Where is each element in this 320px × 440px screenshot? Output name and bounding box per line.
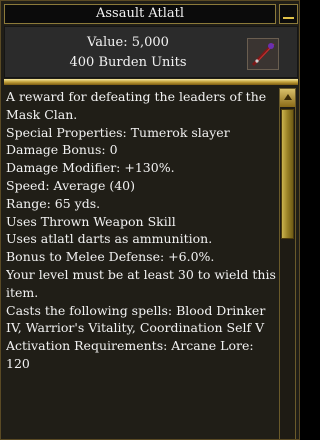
desc-line: Range: 65 yds. <box>6 195 101 211</box>
item-burden: 400 Burden Units <box>69 55 187 70</box>
desc-line: Uses Thrown Weapon Skill <box>6 213 176 229</box>
scroll-thumb[interactable] <box>281 109 294 239</box>
item-description: A reward for defeating the leaders of th… <box>6 88 276 439</box>
desc-line: Bonus to Melee Defense: +6.0%. <box>6 249 215 265</box>
desc-line: Activation Requirements: Arcane Lore: 12… <box>6 338 258 371</box>
item-info-window: Assault Atlatl Value: 5,000 400 Burden U… <box>0 0 300 440</box>
item-value: Value: 5,000 <box>87 35 169 50</box>
item-header: Value: 5,000 400 Burden Units <box>4 26 298 78</box>
desc-line: Damage Modifier: +130%. <box>6 160 175 176</box>
scrollbar[interactable] <box>279 88 296 439</box>
desc-line: Damage Bonus: 0 <box>6 142 118 158</box>
divider-bar <box>4 79 298 85</box>
desc-line: Casts the following spells: Blood Drinke… <box>6 302 270 336</box>
desc-line: Speed: Average (40) <box>6 177 135 193</box>
desc-line: Special Properties: Tumerok slayer <box>6 124 230 140</box>
scroll-up-icon[interactable] <box>280 89 295 107</box>
desc-line: Uses atlatl darts as ammunition. <box>6 231 213 247</box>
desc-line: A reward for defeating the leaders of th… <box>6 89 271 122</box>
close-icon[interactable] <box>279 4 298 24</box>
atlatl-icon <box>247 38 279 70</box>
desc-line: Your level must be at least 30 to wield … <box>6 266 276 300</box>
window-title: Assault Atlatl <box>4 4 276 24</box>
